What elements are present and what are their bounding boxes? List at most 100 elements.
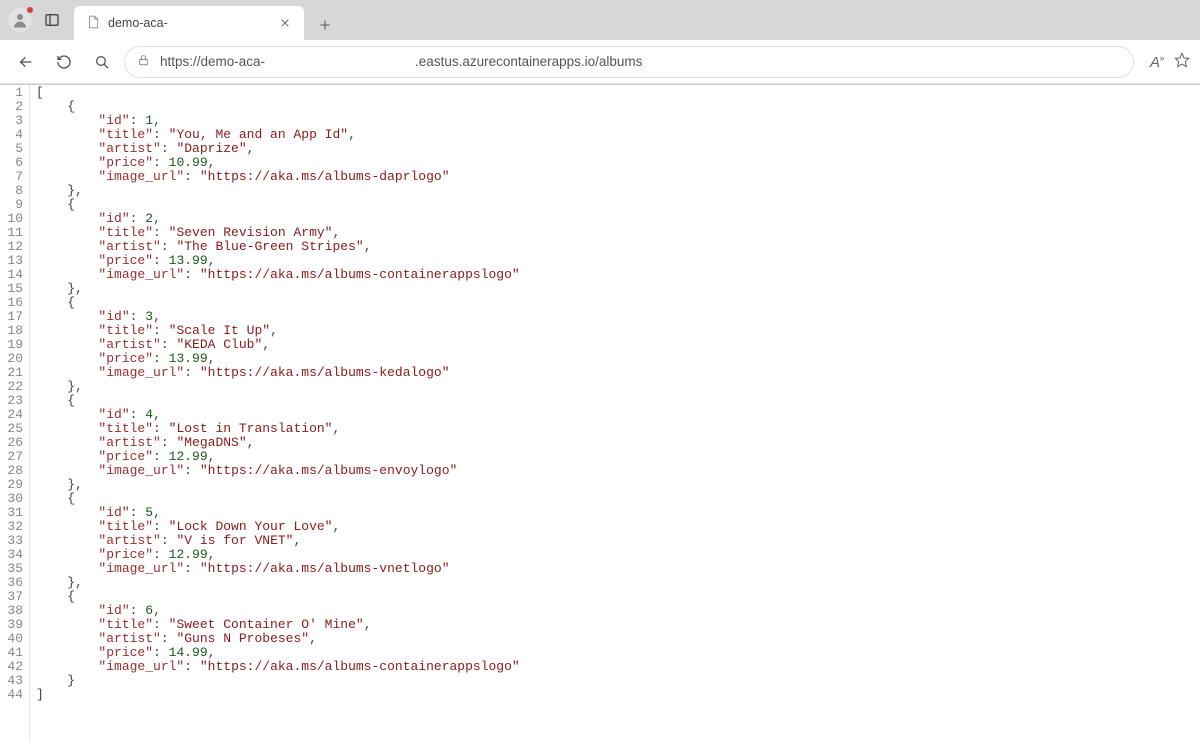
notification-dot-icon — [26, 6, 34, 14]
line-number: 36 — [0, 576, 23, 590]
code-line: }, — [36, 282, 520, 296]
code-line: "artist": "Daprize", — [36, 142, 520, 156]
code-line: "artist": "KEDA Club", — [36, 338, 520, 352]
page-content: 1234567891011121314151617181920212223242… — [0, 85, 1200, 742]
line-number: 3 — [0, 114, 23, 128]
tab-title: demo-aca- — [108, 16, 168, 30]
back-button[interactable] — [10, 46, 42, 78]
code-line: }, — [36, 380, 520, 394]
line-number: 32 — [0, 520, 23, 534]
new-tab-button[interactable] — [310, 10, 340, 40]
code-line: "image_url": "https://aka.ms/albums-vnet… — [36, 562, 520, 576]
code-line: "title": "Sweet Container O' Mine", — [36, 618, 520, 632]
refresh-button[interactable] — [48, 46, 80, 78]
code-line: "id": 4, — [36, 408, 520, 422]
code-line: "artist": "V is for VNET", — [36, 534, 520, 548]
code-line: }, — [36, 184, 520, 198]
line-number: 26 — [0, 436, 23, 450]
url-left: https://demo-aca- — [160, 54, 265, 69]
line-number-gutter: 1234567891011121314151617181920212223242… — [0, 85, 30, 742]
profile-icon[interactable] — [8, 8, 32, 32]
code-line: "price": 12.99, — [36, 450, 520, 464]
line-number: 12 — [0, 240, 23, 254]
code-line: { — [36, 590, 520, 604]
line-number: 14 — [0, 268, 23, 282]
code-line: "price": 14.99, — [36, 646, 520, 660]
line-number: 10 — [0, 212, 23, 226]
line-number: 5 — [0, 142, 23, 156]
line-number: 30 — [0, 492, 23, 506]
favorite-button[interactable] — [1174, 52, 1190, 72]
line-number: 31 — [0, 506, 23, 520]
code-line: "image_url": "https://aka.ms/albums-cont… — [36, 268, 520, 282]
code-line: "price": 13.99, — [36, 352, 520, 366]
line-number: 9 — [0, 198, 23, 212]
code-line: "image_url": "https://aka.ms/albums-dapr… — [36, 170, 520, 184]
code-line: "artist": "The Blue-Green Stripes", — [36, 240, 520, 254]
page-icon — [86, 15, 100, 32]
line-number: 23 — [0, 394, 23, 408]
browser-toolbar: https://demo-aca- .eastus.azurecontainer… — [0, 40, 1200, 84]
code-line: { — [36, 198, 520, 212]
line-number: 37 — [0, 590, 23, 604]
line-number: 20 — [0, 352, 23, 366]
code-line: "title": "Seven Revision Army", — [36, 226, 520, 240]
code-line: "price": 13.99, — [36, 254, 520, 268]
line-number: 27 — [0, 450, 23, 464]
tab-close-button[interactable] — [276, 14, 294, 32]
line-number: 15 — [0, 282, 23, 296]
code-line: "title": "You, Me and an App Id", — [36, 128, 520, 142]
code-line: "id": 2, — [36, 212, 520, 226]
code-line: { — [36, 492, 520, 506]
code-line: "id": 3, — [36, 310, 520, 324]
line-number: 17 — [0, 310, 23, 324]
read-aloud-icon[interactable]: A» — [1150, 53, 1164, 71]
line-number: 6 — [0, 156, 23, 170]
code-line: [ — [36, 86, 520, 100]
line-number: 21 — [0, 366, 23, 380]
browser-chrome: demo-aca- https://demo-aca- .eastus — [0, 0, 1200, 85]
line-number: 28 — [0, 464, 23, 478]
code-line: }, — [36, 478, 520, 492]
line-number: 43 — [0, 674, 23, 688]
code-line: "image_url": "https://aka.ms/albums-keda… — [36, 366, 520, 380]
code-line: "price": 10.99, — [36, 156, 520, 170]
json-body: [ { "id": 1, "title": "You, Me and an Ap… — [30, 85, 520, 742]
line-number: 41 — [0, 646, 23, 660]
code-line: { — [36, 296, 520, 310]
line-number: 35 — [0, 562, 23, 576]
line-number: 38 — [0, 604, 23, 618]
line-number: 25 — [0, 422, 23, 436]
code-line: "image_url": "https://aka.ms/albums-cont… — [36, 660, 520, 674]
tab-actions-icon[interactable] — [38, 6, 66, 34]
code-line: { — [36, 394, 520, 408]
site-info-icon[interactable] — [137, 54, 150, 70]
code-line: "id": 1, — [36, 114, 520, 128]
code-line: "id": 6, — [36, 604, 520, 618]
code-line: "artist": "Guns N Probeses", — [36, 632, 520, 646]
code-line: { — [36, 100, 520, 114]
line-number: 18 — [0, 324, 23, 338]
line-number: 34 — [0, 548, 23, 562]
line-number: 29 — [0, 478, 23, 492]
code-line: "title": "Lost in Translation", — [36, 422, 520, 436]
line-number: 4 — [0, 128, 23, 142]
line-number: 24 — [0, 408, 23, 422]
line-number: 39 — [0, 618, 23, 632]
line-number: 22 — [0, 380, 23, 394]
search-button[interactable] — [86, 46, 118, 78]
tab-strip: demo-aca- — [0, 0, 1200, 40]
browser-tab[interactable]: demo-aca- — [74, 6, 304, 40]
line-number: 16 — [0, 296, 23, 310]
code-line: "price": 12.99, — [36, 548, 520, 562]
code-line: ] — [36, 688, 520, 702]
line-number: 2 — [0, 100, 23, 114]
address-bar[interactable]: https://demo-aca- .eastus.azurecontainer… — [124, 46, 1134, 78]
line-number: 8 — [0, 184, 23, 198]
line-number: 44 — [0, 688, 23, 702]
line-number: 19 — [0, 338, 23, 352]
code-line: "image_url": "https://aka.ms/albums-envo… — [36, 464, 520, 478]
code-line: "artist": "MegaDNS", — [36, 436, 520, 450]
url-right: .eastus.azurecontainerapps.io/albums — [415, 54, 642, 69]
code-line: }, — [36, 576, 520, 590]
